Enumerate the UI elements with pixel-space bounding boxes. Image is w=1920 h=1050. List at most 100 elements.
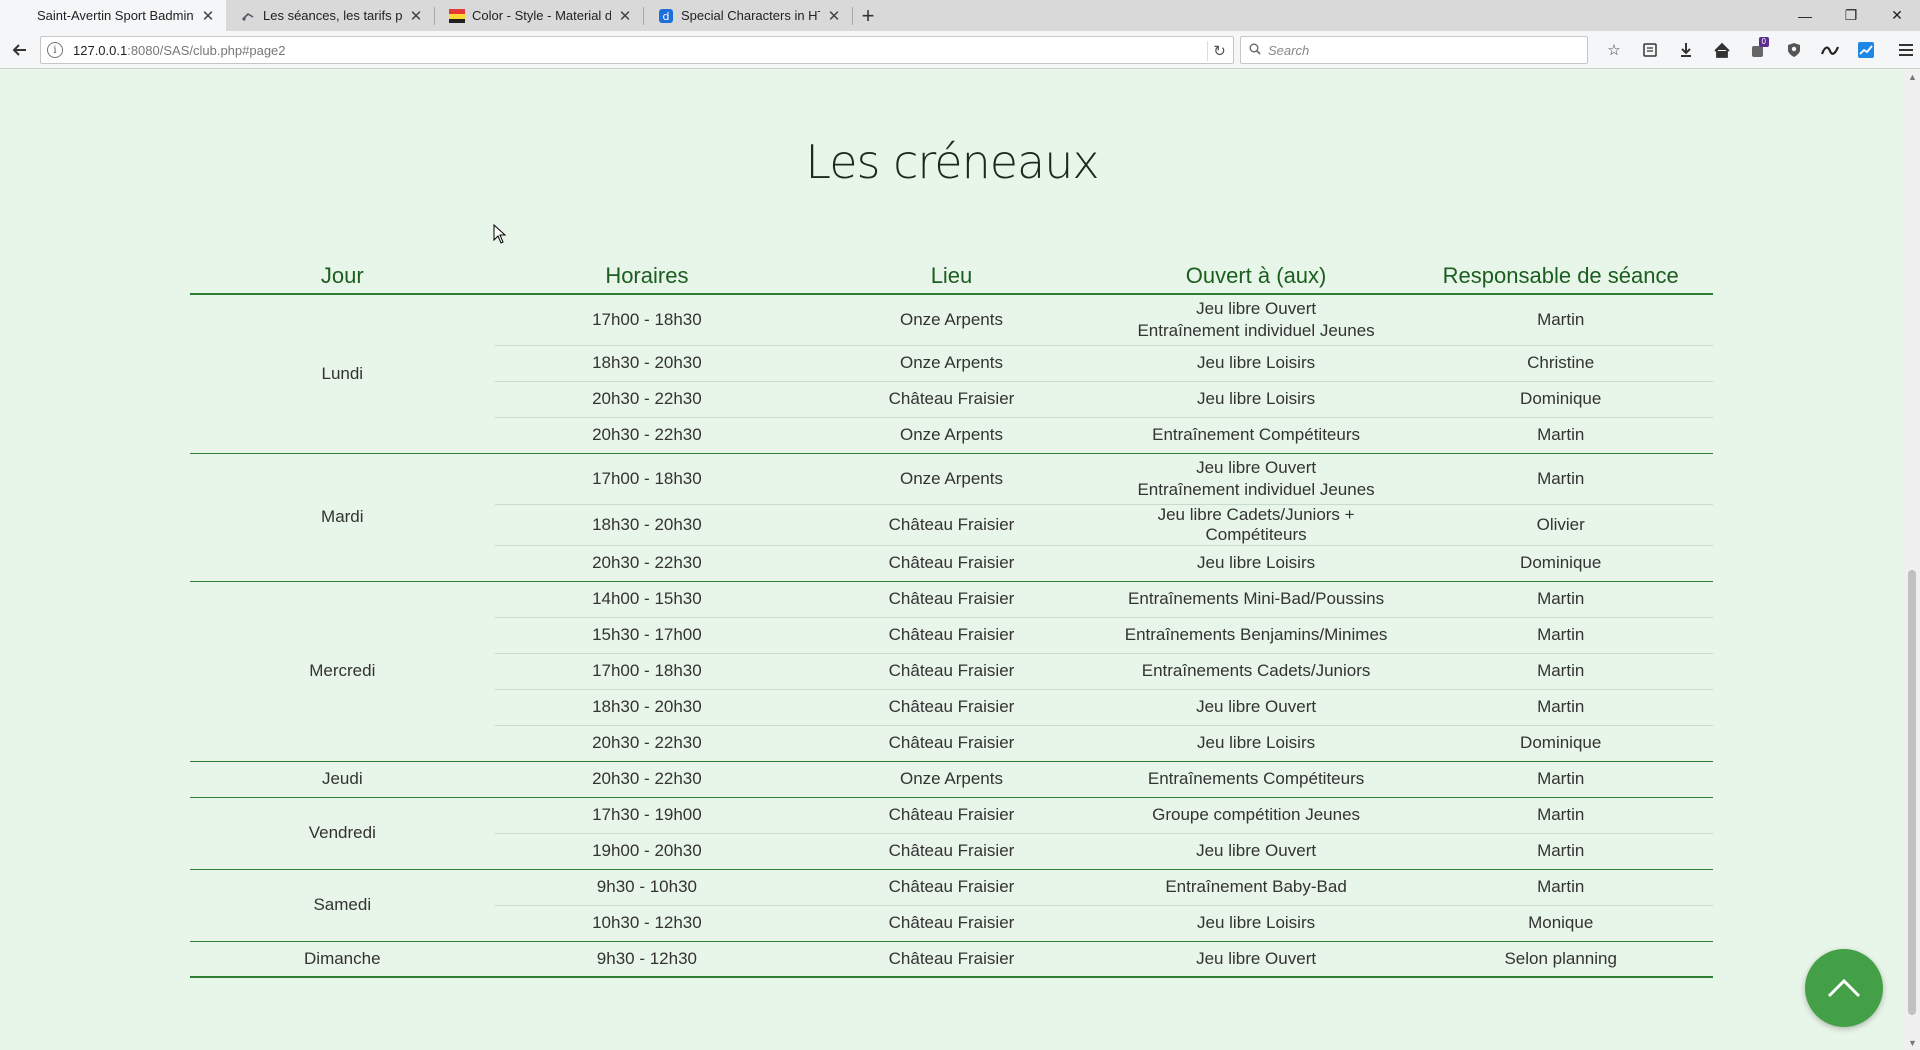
- audience-line: Jeu libre Ouvert: [1196, 457, 1317, 477]
- close-icon[interactable]: ✕: [408, 7, 424, 25]
- place-cell: Château Fraisier: [799, 381, 1104, 418]
- hamburger-menu-icon[interactable]: [1888, 36, 1920, 64]
- audience-line: Jeu libre Ouvert: [1196, 948, 1317, 968]
- time-cell: 20h30 - 22h30: [494, 381, 800, 418]
- vertical-scrollbar[interactable]: ▲ ▼: [1904, 70, 1920, 1050]
- scroll-to-top-button[interactable]: [1805, 949, 1883, 1027]
- url-bar[interactable]: i 127.0.0.1:8080/SAS/club.php#page2 ↻: [40, 36, 1234, 64]
- search-icon: [1249, 43, 1261, 58]
- audience-line: Entraînements Cadets/Juniors: [1141, 661, 1371, 680]
- minimize-icon[interactable]: —: [1782, 0, 1828, 31]
- audience-line: Entraînements Mini-Bad/Poussins: [1128, 589, 1385, 608]
- tab-saint-avertin[interactable]: Saint-Avertin Sport Badminton ✕: [0, 0, 226, 31]
- audience-line: Jeu libre Loisirs: [1197, 733, 1316, 752]
- time-cell: 20h30 - 22h30: [494, 417, 800, 454]
- place-cell: Château Fraisier: [799, 797, 1104, 834]
- tab-material[interactable]: Color - Style - Material desig ✕: [435, 0, 643, 31]
- scrollbar-thumb[interactable]: [1908, 570, 1916, 1015]
- audience-cell: Jeu libre Loisirs: [1103, 381, 1409, 418]
- audience-cell: Jeu libre Loisirs: [1103, 545, 1409, 582]
- close-icon[interactable]: ✕: [617, 7, 633, 25]
- lead-cell: Monique: [1408, 905, 1713, 942]
- table-row: Samedi 9h30 - 10h30 Château Fraisier Entraî…: [190, 869, 1713, 942]
- audience-cell: Entraînement Baby-Bad: [1103, 869, 1409, 906]
- table-header-row: Jour Horaires Lieu Ouvert à (aux) Respon…: [190, 258, 1713, 295]
- tab-title: Color - Style - Material desig: [472, 8, 611, 23]
- home-icon[interactable]: [1704, 36, 1740, 64]
- place-cell: Château Fraisier: [799, 869, 1104, 906]
- tab-seances[interactable]: Les séances, les tarifs pour 2 ✕: [226, 0, 434, 31]
- time-cell: 19h00 - 20h30: [494, 833, 800, 870]
- audience-line: Jeu libre Ouvert: [1196, 841, 1317, 860]
- lead-cell: Dominique: [1408, 381, 1713, 418]
- place-cell: Château Fraisier: [799, 833, 1104, 870]
- audience-line: Jeu libre Cadets/Juniors + Compétiteurs: [1157, 504, 1355, 544]
- bookmark-star-icon[interactable]: ☆: [1596, 36, 1632, 64]
- audience-line: Jeu libre Loisirs: [1197, 913, 1316, 932]
- time-cell: 9h30 - 12h30: [494, 941, 800, 978]
- scroll-down-icon[interactable]: ▼: [1908, 1038, 1917, 1048]
- place-cell: Château Fraisier: [799, 545, 1104, 582]
- place-cell: Château Fraisier: [799, 905, 1104, 942]
- mouse-cursor-icon: [493, 224, 507, 244]
- time-cell: 17h30 - 19h00: [494, 797, 800, 834]
- time-cell: 20h30 - 22h30: [494, 725, 800, 762]
- d-logo-icon: d: [658, 8, 674, 24]
- place-cell: Onze Arpents: [799, 345, 1104, 382]
- tab-strip: Saint-Avertin Sport Badminton ✕ Les séan…: [0, 0, 1920, 31]
- lead-cell: Martin: [1408, 417, 1713, 454]
- lead-cell: Dominique: [1408, 725, 1713, 762]
- reload-icon[interactable]: ↻: [1207, 41, 1227, 61]
- search-input[interactable]: Search: [1240, 36, 1588, 64]
- audience-line: Jeu libre Loisirs: [1197, 553, 1316, 572]
- audience-cell: Entraînement Compétiteurs: [1103, 417, 1409, 454]
- audience-line: Entraînement Compétiteurs: [1152, 425, 1361, 444]
- time-cell: 14h00 - 15h30: [494, 581, 800, 618]
- close-window-icon[interactable]: ✕: [1874, 0, 1920, 31]
- audience-line: Jeu libre Ouvert: [1196, 697, 1317, 716]
- place-cell: Château Fraisier: [799, 653, 1104, 690]
- column-header-lieu: Lieu: [799, 258, 1104, 295]
- audience-cell: Jeu libre Loisirs: [1103, 725, 1409, 762]
- audience-line: Jeu libre Ouvert: [1196, 298, 1317, 318]
- extension-badge-icon[interactable]: 0: [1740, 36, 1776, 64]
- time-cell: 9h30 - 10h30: [494, 869, 800, 906]
- scroll-up-icon[interactable]: ▲: [1908, 72, 1917, 82]
- close-icon[interactable]: ✕: [826, 7, 842, 25]
- table-row: Dimanche 9h30 - 12h30 Château Fraisier Jeu …: [190, 941, 1713, 978]
- url-host: 127.0.0.1: [73, 42, 128, 58]
- new-tab-button[interactable]: +: [853, 0, 883, 31]
- shield-icon[interactable]: [1776, 36, 1812, 64]
- table-row: Lundi 17h00 - 18h30 Onze Arpents Jeu libre …: [190, 294, 1713, 454]
- download-icon[interactable]: [1668, 36, 1704, 64]
- restore-icon[interactable]: ❐: [1828, 0, 1874, 31]
- lead-cell: Martin: [1408, 653, 1713, 690]
- tab-special-characters[interactable]: d Special Characters in HTML ✕: [644, 0, 852, 31]
- chart-extension-icon[interactable]: [1848, 36, 1884, 64]
- place-cell: Château Fraisier: [799, 581, 1104, 618]
- lead-cell: Olivier: [1408, 504, 1713, 546]
- back-button[interactable]: [6, 36, 34, 64]
- lead-cell: Selon planning: [1408, 941, 1713, 978]
- lead-cell: Dominique: [1408, 545, 1713, 582]
- search-placeholder: Search: [1268, 42, 1310, 58]
- audience-line: Entraînements Benjamins/Minimes: [1124, 625, 1388, 644]
- reading-list-icon[interactable]: [1632, 36, 1668, 64]
- lead-cell: Martin: [1408, 833, 1713, 870]
- time-cell: 15h30 - 17h00: [494, 617, 800, 654]
- extension-badge-count: 0: [1758, 37, 1769, 47]
- url-path: :8080/SAS/club.php#page2: [127, 42, 286, 58]
- back-arrow-icon: [12, 43, 26, 56]
- close-icon[interactable]: ✕: [200, 7, 216, 25]
- lead-cell: Martin: [1408, 761, 1713, 798]
- info-icon[interactable]: i: [47, 42, 63, 58]
- audience-cell: Jeu libre Ouvert Entraînement individuel …: [1103, 453, 1409, 505]
- place-cell: Château Fraisier: [799, 504, 1104, 546]
- sync-icon[interactable]: [1812, 36, 1848, 64]
- lead-cell: Martin: [1408, 581, 1713, 618]
- lead-cell: Martin: [1408, 617, 1713, 654]
- day-cell: Dimanche: [190, 941, 495, 978]
- day-cell: Jeudi: [190, 761, 495, 798]
- tab-title: Special Characters in HTML: [681, 8, 820, 23]
- audience-cell: Entraînements Compétiteurs: [1103, 761, 1409, 798]
